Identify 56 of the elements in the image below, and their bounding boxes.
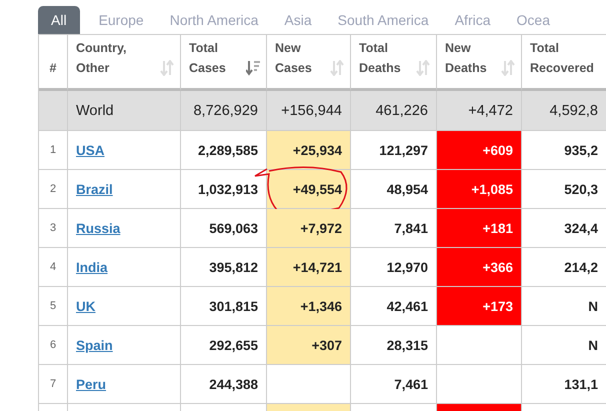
table-cell-text: +1,346 bbox=[300, 298, 342, 314]
region-tab[interactable]: South America bbox=[324, 6, 442, 34]
region-tab[interactable]: North America bbox=[156, 6, 272, 34]
table-cell-text: +14,721 bbox=[292, 260, 342, 274]
rank-cell: 5 bbox=[39, 287, 68, 326]
table-cell: 214,2 bbox=[522, 248, 606, 287]
country-link[interactable]: USA bbox=[76, 142, 105, 158]
table-cell: 244,388 bbox=[181, 365, 267, 404]
sort-icon[interactable] bbox=[246, 60, 260, 76]
country-link[interactable]: UK bbox=[76, 298, 96, 314]
rank-cell: 7 bbox=[39, 365, 68, 404]
header-label: Total Cases bbox=[189, 40, 226, 77]
rank-cell: 3 bbox=[39, 209, 68, 248]
table-cell: N bbox=[522, 326, 606, 365]
highlighted-cell: +181 bbox=[437, 209, 522, 248]
table-cell-text: +307 bbox=[312, 338, 342, 352]
header-label: Total Deaths bbox=[359, 40, 401, 77]
table-cell-text: +49,554 bbox=[292, 182, 342, 196]
header-label: # bbox=[50, 60, 56, 77]
region-tab[interactable]: Europe bbox=[86, 6, 157, 34]
table-cell: 7,461 bbox=[351, 365, 437, 404]
table-cell: 935,2 bbox=[522, 131, 606, 170]
header-label: Country, Other bbox=[76, 40, 126, 77]
table-cell: N bbox=[522, 287, 606, 326]
header-label: New Cases bbox=[275, 40, 312, 77]
table-cell: World bbox=[68, 91, 181, 131]
region-tab[interactable]: Asia bbox=[271, 6, 325, 34]
rank-cell: 6 bbox=[39, 326, 68, 365]
rank-cell: 1 bbox=[39, 131, 68, 170]
table-cell: 520,3 bbox=[522, 170, 606, 209]
table-cell: 324,4 bbox=[522, 209, 606, 248]
header-label: New Deaths bbox=[445, 40, 487, 77]
table-cell: 8,726,929 bbox=[181, 91, 267, 131]
header-label: Total Recovered bbox=[530, 40, 594, 77]
table-cell: +4,472 bbox=[437, 91, 522, 131]
country-link[interactable]: Spain bbox=[76, 338, 113, 352]
rank-cell: 2 bbox=[39, 170, 68, 209]
highlighted-cell: +1,085 bbox=[437, 170, 522, 209]
table-cell-text: +25,934 bbox=[292, 142, 342, 158]
country-link[interactable]: India bbox=[76, 260, 108, 274]
country-link[interactable]: Russia bbox=[76, 220, 120, 236]
region-tab[interactable]: Ocea bbox=[504, 6, 563, 34]
highlighted-cell: +366 bbox=[437, 248, 522, 287]
table-cell: 131,1 bbox=[522, 365, 606, 404]
table-cell: 4,592,8 bbox=[522, 91, 606, 131]
table-cell: 461,226 bbox=[351, 91, 437, 131]
highlighted-cell: +609 bbox=[437, 131, 522, 170]
table-cell: +156,944 bbox=[267, 91, 351, 131]
country-link[interactable]: Brazil bbox=[76, 182, 113, 196]
region-tab[interactable]: Africa bbox=[442, 6, 504, 34]
highlighted-cell: +173 bbox=[437, 287, 522, 326]
country-link[interactable]: Peru bbox=[76, 376, 106, 392]
rank-cell: 4 bbox=[39, 248, 68, 287]
table-cell-text: +7,972 bbox=[300, 220, 342, 236]
region-tab[interactable]: All bbox=[38, 6, 80, 34]
table-cell: 28,315 bbox=[351, 326, 437, 365]
